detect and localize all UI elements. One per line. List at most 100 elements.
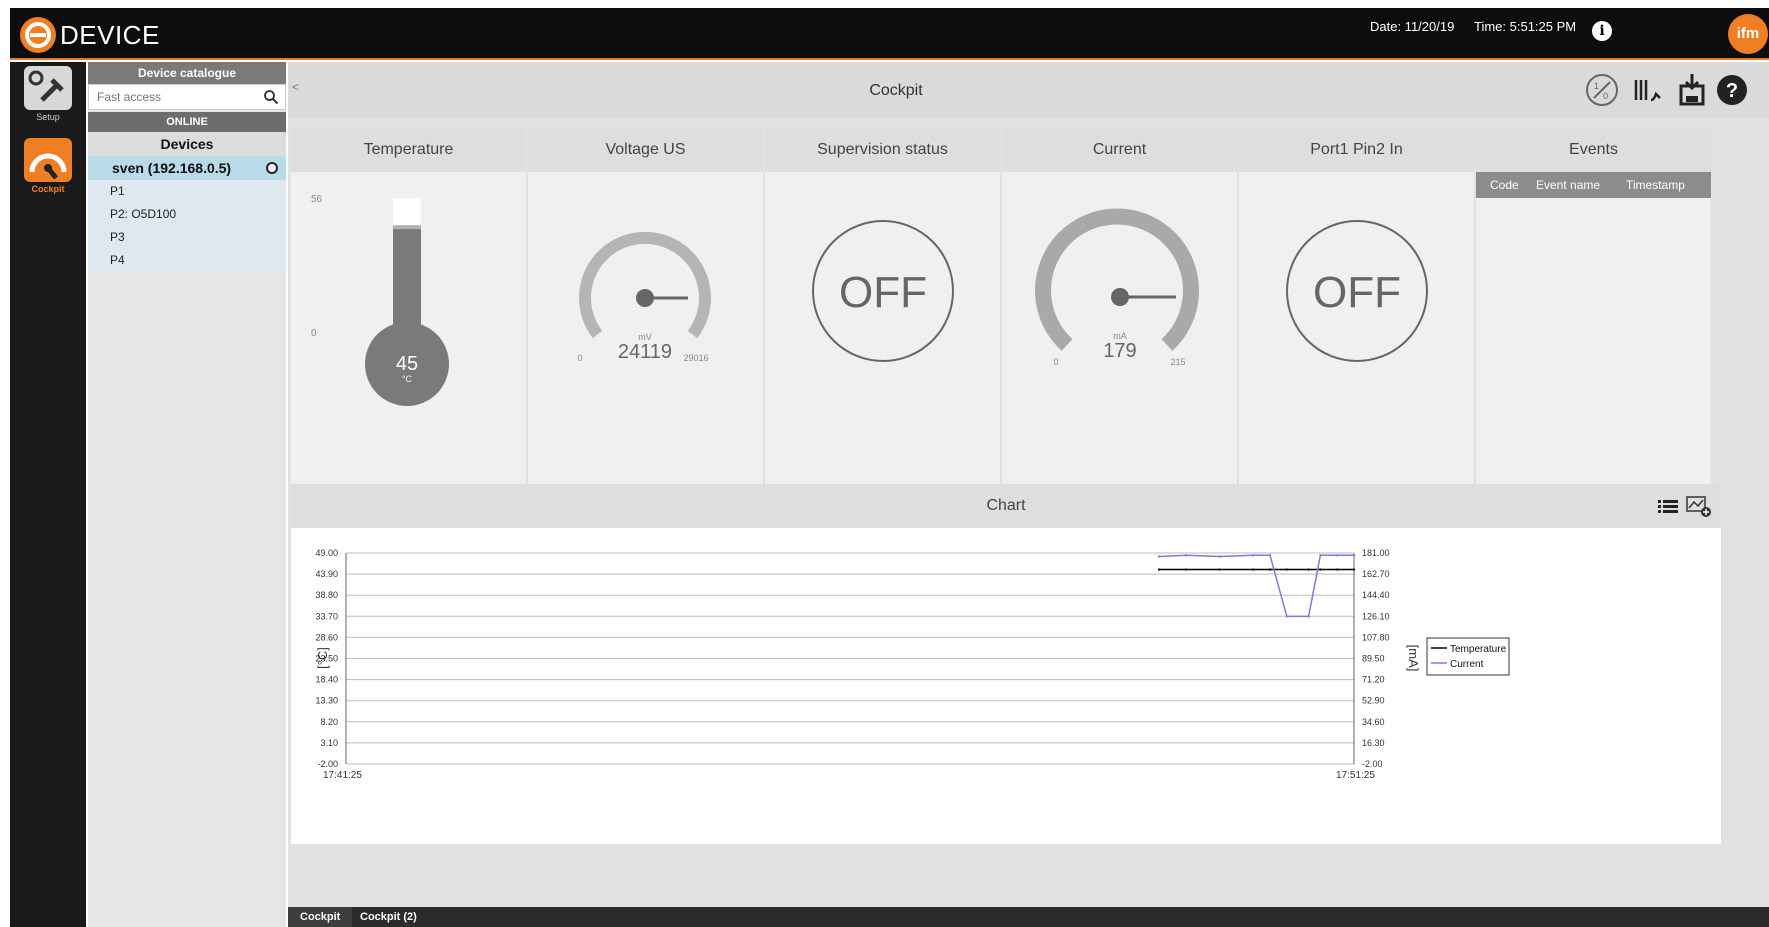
device-item[interactable]: sven (192.168.0.5) — [88, 156, 286, 180]
temperature-value: 45 — [396, 353, 418, 375]
supervision-tile[interactable]: Supervision status OFF — [765, 128, 1002, 484]
port1-pin2-tile[interactable]: Port1 Pin2 In OFF — [1239, 128, 1476, 484]
search-icon[interactable] — [263, 89, 279, 105]
data-point-current — [1184, 554, 1188, 557]
temperature-unit: °C — [402, 374, 413, 384]
app-title: DEVICE — [60, 20, 160, 50]
tile-title: Events — [1476, 128, 1711, 172]
top-bar: DEVICE Date: 11/20/19 Time: 5:51:25 PM i… — [10, 8, 1769, 60]
data-point-current — [1157, 555, 1161, 558]
y-right-tick: 107.80 — [1362, 632, 1390, 642]
y-left-tick: 38.80 — [315, 590, 338, 600]
online-status: ONLINE — [88, 112, 286, 132]
data-point-temperature — [1252, 568, 1255, 571]
data-point-temperature — [1319, 568, 1322, 571]
tile-title: Supervision status — [765, 128, 1000, 172]
data-point-current — [1336, 554, 1339, 557]
data-point-current — [1285, 615, 1288, 618]
bottom-tab-bar: Cockpit Cockpit (2) — [288, 907, 1769, 927]
data-point-temperature — [1352, 568, 1356, 571]
events-col-timestamp[interactable]: Timestamp — [1626, 172, 1685, 198]
y-right-tick: 126.10 — [1362, 611, 1390, 621]
events-col-name[interactable]: Event name — [1536, 172, 1600, 198]
voltage-value: 24119 — [618, 341, 672, 363]
rail-item-cockpit[interactable]: Cockpit — [10, 134, 86, 206]
port-item-p2[interactable]: P2: O5D100 — [88, 203, 286, 226]
devices-header: Devices — [88, 132, 286, 156]
tile-title: Port1 Pin2 In — [1239, 128, 1474, 172]
y-left-tick: 28.60 — [315, 632, 338, 642]
gauge-arc — [1035, 208, 1199, 351]
port-item-p1[interactable]: P1 — [88, 180, 286, 203]
supervision-indicator: OFF — [812, 220, 954, 362]
rail-label-cockpit: Cockpit — [31, 184, 65, 194]
voltage-tile[interactable]: Voltage US mV 24119 0 29016 — [528, 128, 765, 484]
device-catalogue: Device catalogue ONLINE Devices sven (19… — [88, 62, 286, 927]
events-col-code[interactable]: Code — [1490, 172, 1519, 198]
plug-settings-icon — [24, 66, 72, 110]
data-point-current — [1307, 615, 1310, 618]
tab-cockpit-2[interactable]: Cockpit (2) — [348, 907, 429, 927]
thermometer-marker — [393, 225, 421, 230]
y-left-label: [°C] — [315, 647, 330, 669]
list-icon[interactable] — [1658, 496, 1678, 516]
y-left-tick: 43.90 — [315, 569, 338, 579]
y-right-tick: 16.30 — [1362, 738, 1385, 748]
data-point-temperature — [1307, 568, 1310, 571]
device-name: sven (192.168.0.5) — [112, 160, 232, 176]
voltage-min: 0 — [577, 353, 582, 363]
legend-current: Current — [1450, 659, 1484, 670]
rail-label-setup: Setup — [36, 112, 60, 122]
tile-title: Voltage US — [528, 128, 763, 172]
port-item-p4[interactable]: P4 — [88, 249, 286, 272]
thermometer-gauge: 56 0 45 °C — [311, 194, 449, 406]
chart-legend: Temperature Current — [1426, 637, 1510, 676]
data-point-current — [1319, 554, 1322, 557]
download-icon[interactable] — [1674, 72, 1710, 108]
svg-text:1: 1 — [1594, 81, 1599, 91]
add-chart-icon[interactable] — [1686, 494, 1712, 518]
legend-temperature: Temperature — [1450, 644, 1507, 655]
chart-header: Chart — [291, 484, 1721, 528]
rail-item-setup[interactable]: Setup — [10, 62, 86, 134]
main-area: < Cockpit 1 0 ? Temperature 56 0 45 °C V… — [288, 62, 1769, 927]
temperature-tile[interactable]: Temperature 56 0 45 °C — [291, 128, 528, 484]
tile-title: Temperature — [291, 128, 526, 172]
y-right-tick: 162.70 — [1362, 569, 1390, 579]
y-left-tick: -2.00 — [317, 759, 338, 769]
ratio-icon[interactable]: 1 0 — [1584, 72, 1620, 108]
y-right-tick: 52.90 — [1362, 696, 1385, 706]
y-right-tick: 71.20 — [1362, 675, 1385, 685]
catalogue-title: Device catalogue — [88, 62, 286, 84]
info-icon[interactable]: i — [1592, 21, 1612, 41]
current-min: 0 — [1053, 357, 1058, 367]
supervision-state: OFF — [839, 268, 927, 317]
voltage-gauge: mV 24119 0 29016 — [577, 231, 711, 363]
brand-logo: ifm — [1728, 14, 1768, 54]
events-tile: Events Code Event name Timestamp — [1476, 128, 1713, 484]
y-left-tick: 49.00 — [315, 548, 338, 558]
search-input[interactable] — [89, 85, 285, 109]
data-point-temperature — [1157, 568, 1161, 571]
signal-icon[interactable] — [1630, 72, 1666, 108]
current-tile[interactable]: Current mA 179 0 215 — [1002, 128, 1239, 484]
x-tick-end: 17:51:25 — [1336, 770, 1375, 781]
time-display: Time: 5:51:25 PM — [1474, 19, 1577, 34]
y-left-tick: 8.20 — [320, 717, 338, 727]
thermometer-max: 56 — [311, 194, 323, 205]
app-window: DEVICE Date: 11/20/19 Time: 5:51:25 PM i… — [0, 0, 1769, 927]
left-rail: Setup Cockpit — [10, 62, 86, 927]
current-gauge: mA 179 0 215 — [1035, 208, 1199, 367]
search-box — [88, 84, 286, 110]
tab-cockpit[interactable]: Cockpit — [288, 907, 353, 927]
line-chart: 49.0043.9038.8033.7028.6023.5018.4013.30… — [291, 528, 1721, 844]
port-indicator: OFF — [1286, 220, 1428, 362]
help-icon[interactable]: ? — [1714, 72, 1750, 108]
y-left-tick: 18.40 — [315, 675, 338, 685]
data-point-current — [1252, 554, 1255, 557]
y-right-tick: 89.50 — [1362, 654, 1385, 664]
data-point-current — [1268, 554, 1272, 557]
thermometer-min: 0 — [311, 328, 317, 339]
port-item-p3[interactable]: P3 — [88, 226, 286, 249]
cockpit-toolbar: < Cockpit 1 0 ? — [288, 62, 1769, 118]
